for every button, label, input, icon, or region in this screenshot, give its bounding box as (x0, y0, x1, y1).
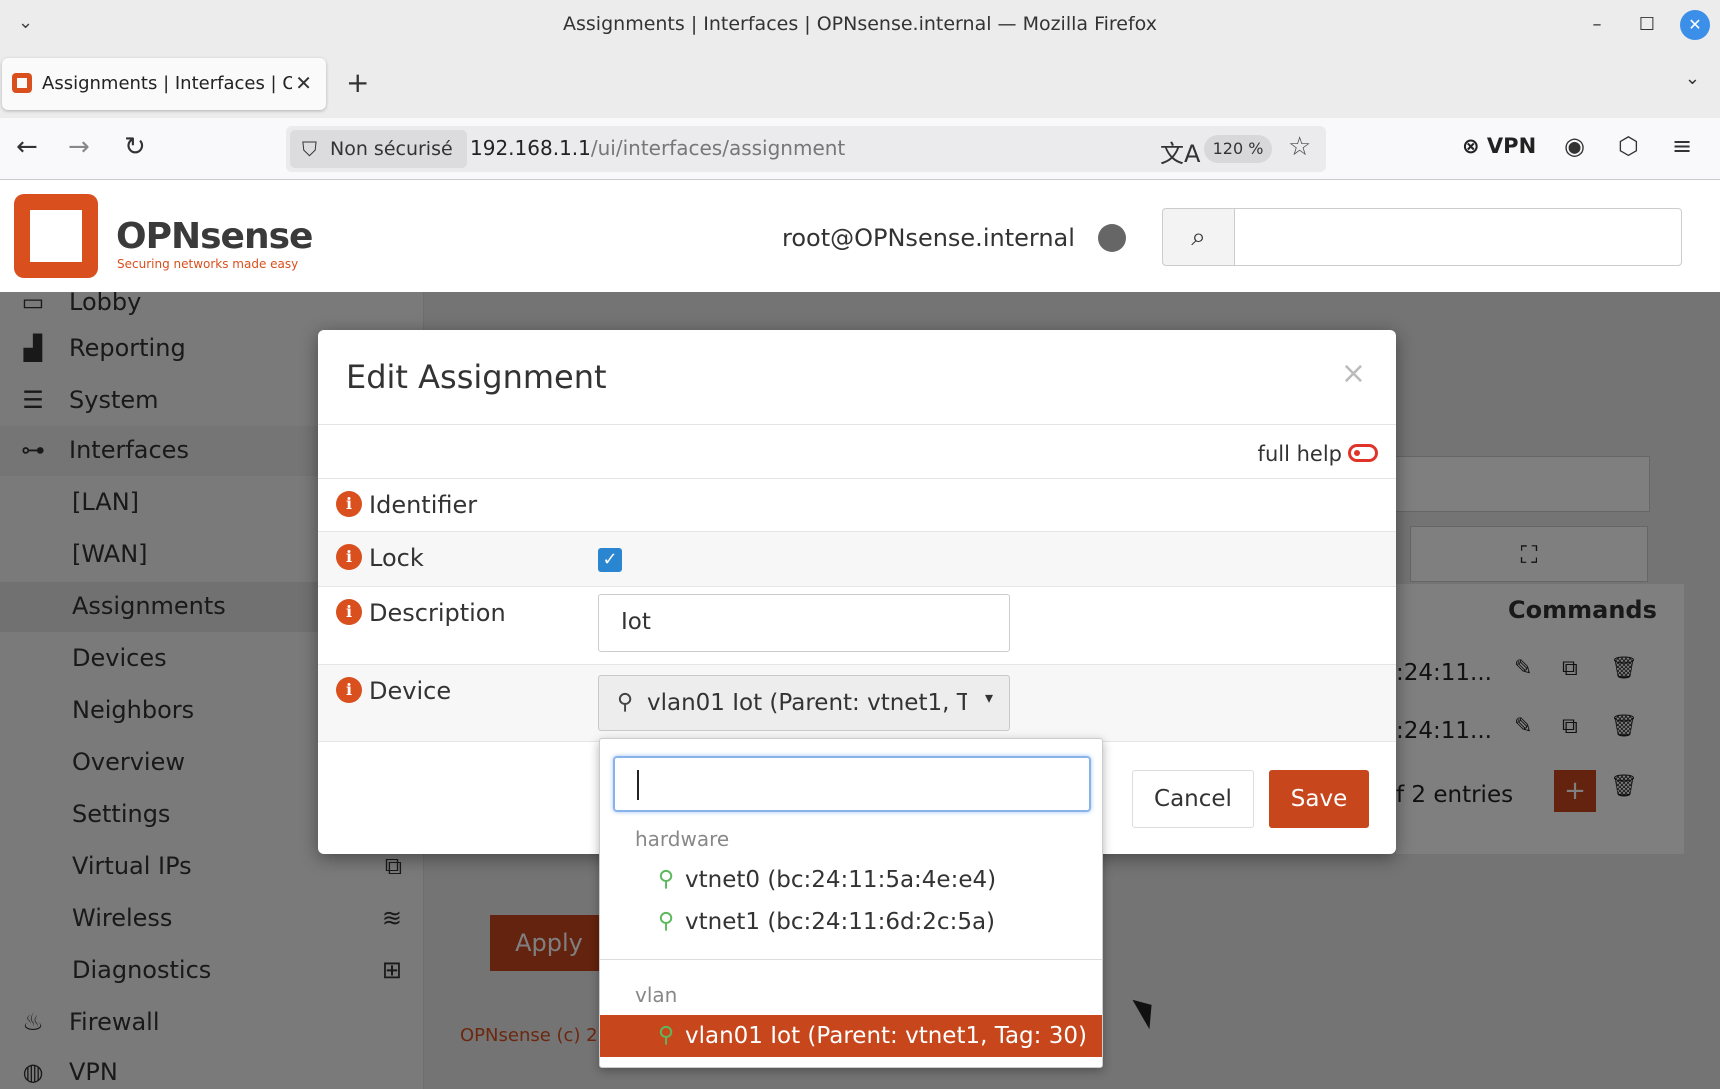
dropdown-option-vtnet1[interactable]: ⚲ vtnet1 (bc:24:11:6d:2c:5a) (600, 901, 1102, 943)
new-tab-button[interactable]: + (346, 66, 369, 99)
forward-icon[interactable]: → (68, 132, 90, 162)
page-header: OPNsense Securing networks made easy roo… (0, 180, 1720, 292)
url-text[interactable]: 192.168.1.1/ui/interfaces/assignment (470, 136, 845, 160)
maximize-button[interactable]: ☐ (1632, 10, 1662, 40)
info-icon[interactable]: i (336, 491, 362, 517)
zoom-level-badge[interactable]: 120 % (1204, 135, 1272, 163)
identifier-row: i Identifier (318, 479, 1396, 531)
dropdown-group-vlan: vlan (635, 983, 678, 1007)
save-button[interactable]: Save (1269, 770, 1369, 828)
description-label: Description (369, 599, 506, 627)
device-select[interactable]: ⚲ vlan01 Iot (Parent: vtnet1, Ta ▾ (598, 675, 1010, 731)
description-input[interactable]: Iot (598, 594, 1010, 652)
full-help-label: full help (1257, 442, 1342, 466)
device-dropdown: hardware ⚲ vtnet0 (bc:24:11:5a:4e:e4) ⚲ … (599, 738, 1103, 1068)
window-titlebar: ⌄ Assignments | Interfaces | OPNsense.in… (0, 0, 1720, 50)
plug-icon: ⚲ (658, 909, 675, 934)
tab-close-icon[interactable]: ✕ (295, 71, 312, 95)
shield-warning-icon: ⛉ (302, 137, 317, 161)
dialog-title: Edit Assignment (346, 358, 607, 396)
text-caret (637, 770, 639, 800)
info-icon[interactable]: i (336, 599, 362, 625)
navigation-toolbar: ← → ↻ ⛉ Non sécurisé 192.168.1.1/ui/inte… (0, 118, 1720, 180)
dropdown-group-hardware: hardware (635, 827, 730, 851)
info-icon[interactable]: i (336, 677, 362, 703)
cancel-button[interactable]: Cancel (1132, 770, 1254, 828)
list-tabs-button[interactable]: ⌄ (1685, 68, 1700, 89)
brand-name: OPNsense (116, 216, 313, 257)
url-path: /ui/interfaces/assignment (590, 136, 846, 160)
url-bar[interactable]: ⛉ Non sécurisé 192.168.1.1/ui/interfaces… (286, 126, 1326, 172)
reload-icon[interactable]: ↻ (124, 132, 146, 162)
divider (600, 959, 1102, 960)
device-select-value: vlan01 Iot (Parent: vtnet1, Ta (647, 690, 967, 716)
caret-down-icon: ▾ (984, 688, 993, 707)
device-label: Device (369, 677, 452, 705)
option-label: vtnet1 (bc:24:11:6d:2c:5a) (685, 909, 996, 935)
option-label: vlan01 Iot (Parent: vtnet1, Tag: 30) (685, 1023, 1087, 1049)
dropdown-option-vtnet0[interactable]: ⚲ vtnet0 (bc:24:11:5a:4e:e4) (600, 859, 1102, 901)
tab-assignments[interactable]: Assignments | Interfaces | O ✕ (2, 58, 326, 110)
device-row: i Device ⚲ vlan01 Iot (Parent: vtnet1, T… (318, 665, 1396, 741)
dropdown-option-vlan01[interactable]: ⚲ vlan01 Iot (Parent: vtnet1, Tag: 30) (600, 1015, 1102, 1057)
brand-tagline: Securing networks made easy (117, 257, 299, 271)
divider (318, 424, 1396, 425)
hamburger-menu-icon[interactable]: ≡ (1672, 132, 1692, 160)
bookmark-star-icon[interactable]: ☆ (1288, 132, 1311, 162)
url-host: 192.168.1.1 (470, 136, 591, 160)
lock-label: Lock (369, 544, 424, 572)
search-input[interactable] (1234, 208, 1682, 266)
lock-row: i Lock ✓ (318, 532, 1396, 586)
vpn-off-icon: ⊗ (1462, 134, 1480, 158)
opnsense-logo-icon[interactable] (14, 194, 98, 278)
info-icon[interactable]: i (336, 544, 362, 570)
back-icon[interactable]: ← (16, 132, 38, 162)
close-window-button[interactable]: ✕ (1680, 10, 1710, 40)
option-label: vtnet0 (bc:24:11:5a:4e:e4) (685, 867, 997, 893)
account-icon[interactable]: ◉ (1564, 132, 1585, 160)
description-row: i Description Iot (318, 587, 1396, 663)
tab-bar: Assignments | Interfaces | O ✕ + ⌄ (0, 50, 1720, 118)
extensions-icon[interactable]: ⬡ (1618, 132, 1639, 160)
not-secure-badge[interactable]: ⛉ Non sécurisé (290, 130, 467, 168)
plug-icon: ⚲ (658, 1023, 675, 1048)
minimize-button[interactable]: – (1582, 10, 1612, 40)
dropdown-search-input[interactable] (613, 756, 1091, 812)
full-help-toggle[interactable] (1348, 444, 1378, 462)
identifier-label: Identifier (369, 491, 478, 519)
search-icon[interactable]: ⌕ (1162, 208, 1234, 266)
plug-icon: ⚲ (658, 867, 675, 892)
opnsense-favicon-icon (12, 73, 32, 93)
not-secure-label: Non sécurisé (330, 138, 453, 160)
user-name[interactable]: root@OPNsense.internal (782, 224, 1075, 252)
close-icon[interactable]: × (1341, 356, 1366, 391)
tab-label: Assignments | Interfaces | O (42, 73, 292, 94)
vpn-label: VPN (1486, 134, 1537, 158)
translate-icon[interactable]: 文A (1160, 134, 1200, 169)
vpn-button[interactable]: ⊗ VPN (1462, 134, 1536, 158)
plug-icon: ⚲ (617, 690, 634, 715)
status-indicator-icon[interactable] (1098, 224, 1126, 252)
lock-checkbox[interactable]: ✓ (598, 548, 622, 572)
window-title: Assignments | Interfaces | OPNsense.inte… (563, 13, 1157, 35)
